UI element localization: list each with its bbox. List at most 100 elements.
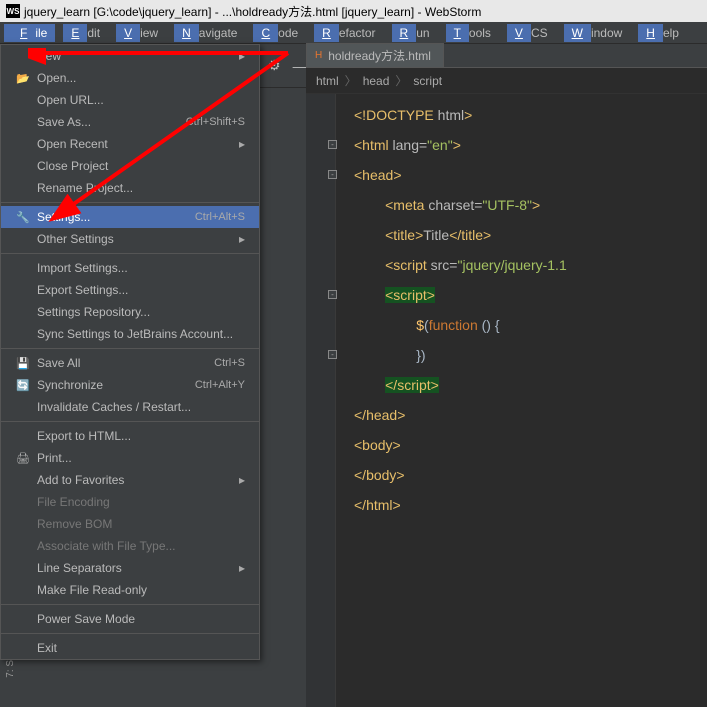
breadcrumb-item[interactable]: head xyxy=(363,74,390,88)
code-line[interactable]: </body> xyxy=(354,460,707,490)
menu-item-label: Save All xyxy=(37,356,214,370)
code-line[interactable]: </html> xyxy=(354,490,707,520)
menu-code[interactable]: Code xyxy=(245,24,306,42)
menu-item-icon: 💾 xyxy=(15,357,31,370)
menu-item-label: Associate with File Type... xyxy=(37,539,245,553)
menu-item-invalidate-caches-restart[interactable]: Invalidate Caches / Restart... xyxy=(1,396,259,418)
menu-item-close-project[interactable]: Close Project xyxy=(1,155,259,177)
menu-item-settings[interactable]: 🔧Settings...Ctrl+Alt+S xyxy=(1,206,259,228)
menu-item-icon: 🖨 xyxy=(15,452,31,465)
code-line[interactable]: <script src="jquery/jquery-1.1 xyxy=(354,250,707,280)
menu-item-shortcut: Ctrl+Alt+S xyxy=(195,211,245,223)
menu-item-line-separators[interactable]: Line Separators▸ xyxy=(1,557,259,579)
fold-toggle-icon[interactable]: - xyxy=(328,290,337,299)
menu-item-open-recent[interactable]: Open Recent ▸ xyxy=(1,133,259,155)
menu-view[interactable]: View xyxy=(108,24,166,42)
code-line[interactable]: -<head> xyxy=(354,160,707,190)
editor-tab[interactable]: H holdready方法.html xyxy=(306,43,444,67)
menu-refactor[interactable]: Refactor xyxy=(306,24,383,42)
code-line[interactable]: - }) xyxy=(354,340,707,370)
code-line[interactable]: </script> xyxy=(354,370,707,400)
breadcrumb-item[interactable]: html xyxy=(316,74,339,88)
code-line[interactable]: $(function () { xyxy=(354,310,707,340)
breadcrumb-item[interactable]: script xyxy=(413,74,442,88)
menu-item-label: Invalidate Caches / Restart... xyxy=(37,400,245,414)
code-line[interactable]: -<html lang="en"> xyxy=(354,130,707,160)
code-line[interactable]: - <script> xyxy=(354,280,707,310)
menu-item-label: Sync Settings to JetBrains Account... xyxy=(37,327,245,341)
menu-item-exit[interactable]: Exit xyxy=(1,637,259,659)
menu-item-label: Print... xyxy=(37,451,245,465)
menu-item-export-settings[interactable]: Export Settings... xyxy=(1,279,259,301)
menu-item-label: Save As... xyxy=(37,115,186,129)
menu-item-shortcut: Ctrl+S xyxy=(214,357,245,369)
code-line[interactable]: <!DOCTYPE html> xyxy=(354,100,707,130)
menu-separator xyxy=(1,633,259,634)
menu-run[interactable]: Run xyxy=(384,24,438,42)
menu-item-open[interactable]: 📂Open... xyxy=(1,67,259,89)
editor-gutter xyxy=(306,94,336,707)
menu-item-label: Synchronize xyxy=(37,378,195,392)
menu-item-icon: 🔧 xyxy=(15,211,31,224)
menu-window[interactable]: Window xyxy=(556,24,631,42)
menu-vcs[interactable]: VCS xyxy=(499,24,556,42)
fold-toggle-icon[interactable]: - xyxy=(328,140,337,149)
menu-item-label: Open Recent xyxy=(37,137,233,151)
menu-item-icon: 🔄 xyxy=(15,379,31,392)
menu-item-save-all[interactable]: 💾 Save AllCtrl+S xyxy=(1,352,259,374)
menu-item-shortcut: Ctrl+Alt+Y xyxy=(195,379,245,391)
breadcrumb[interactable]: html〉head〉script xyxy=(306,68,707,94)
menu-item-settings-repository[interactable]: Settings Repository... xyxy=(1,301,259,323)
menubar: FileEditViewNavigateCodeRefactorRunTools… xyxy=(0,22,707,44)
menu-item-shortcut: Ctrl+Shift+S xyxy=(186,116,245,128)
menu-item-add-to-favorites[interactable]: Add to Favorites▸ xyxy=(1,469,259,491)
menu-file[interactable]: File xyxy=(4,24,55,42)
menu-item-import-settings[interactable]: Import Settings... xyxy=(1,257,259,279)
menu-item-label: Remove BOM xyxy=(37,517,245,531)
menu-navigate[interactable]: Navigate xyxy=(166,24,245,42)
menu-edit[interactable]: Edit xyxy=(55,24,108,42)
submenu-arrow-icon: ▸ xyxy=(239,49,245,63)
menu-item-print[interactable]: 🖨 Print... xyxy=(1,447,259,469)
submenu-arrow-icon: ▸ xyxy=(239,473,245,487)
menu-item-file-encoding: File Encoding xyxy=(1,491,259,513)
gear-icon[interactable]: ⚙ xyxy=(262,57,287,74)
chevron-right-icon: 〉 xyxy=(345,74,357,88)
menu-item-label: Open URL... xyxy=(37,93,245,107)
code-line[interactable]: </head> xyxy=(354,400,707,430)
menu-item-make-file-read-only[interactable]: Make File Read-only xyxy=(1,579,259,601)
menu-separator xyxy=(1,421,259,422)
code-editor[interactable]: <!DOCTYPE html>-<html lang="en">-<head> … xyxy=(306,94,707,707)
window-titlebar: WS jquery_learn [G:\code\jquery_learn] -… xyxy=(0,0,707,22)
submenu-arrow-icon: ▸ xyxy=(239,137,245,151)
code-line[interactable]: <meta charset="UTF-8"> xyxy=(354,190,707,220)
menu-item-new[interactable]: New▸ xyxy=(1,45,259,67)
code-line[interactable]: <body> xyxy=(354,430,707,460)
menu-separator xyxy=(1,348,259,349)
menu-separator xyxy=(1,253,259,254)
html-file-icon: H xyxy=(315,50,322,61)
menu-item-remove-bom: Remove BOM xyxy=(1,513,259,535)
menu-item-label: File Encoding xyxy=(37,495,245,509)
menu-item-rename-project[interactable]: Rename Project... xyxy=(1,177,259,199)
menu-item-export-to-html[interactable]: Export to HTML... xyxy=(1,425,259,447)
menu-item-other-settings[interactable]: Other Settings▸ xyxy=(1,228,259,250)
menu-item-open-url[interactable]: Open URL... xyxy=(1,89,259,111)
menu-item-sync-settings-to-jetbrains-account[interactable]: Sync Settings to JetBrains Account... xyxy=(1,323,259,345)
editor-area: H holdready方法.html html〉head〉script <!DO… xyxy=(306,44,707,707)
menu-item-save-as[interactable]: Save As...Ctrl+Shift+S xyxy=(1,111,259,133)
menu-tools[interactable]: Tools xyxy=(438,24,499,42)
menu-item-label: Open... xyxy=(37,71,245,85)
menu-help[interactable]: Help xyxy=(630,24,687,42)
fold-toggle-icon[interactable]: - xyxy=(328,350,337,359)
menu-item-label: Exit xyxy=(37,641,245,655)
menu-item-synchronize[interactable]: 🔄 SynchronizeCtrl+Alt+Y xyxy=(1,374,259,396)
fold-toggle-icon[interactable]: - xyxy=(328,170,337,179)
menu-item-power-save-mode[interactable]: Power Save Mode xyxy=(1,608,259,630)
submenu-arrow-icon: ▸ xyxy=(239,561,245,575)
menu-item-label: Settings Repository... xyxy=(37,305,245,319)
menu-item-label: Other Settings xyxy=(37,232,233,246)
code-line[interactable]: <title>Title</title> xyxy=(354,220,707,250)
menu-item-label: Rename Project... xyxy=(37,181,245,195)
menu-separator xyxy=(1,202,259,203)
